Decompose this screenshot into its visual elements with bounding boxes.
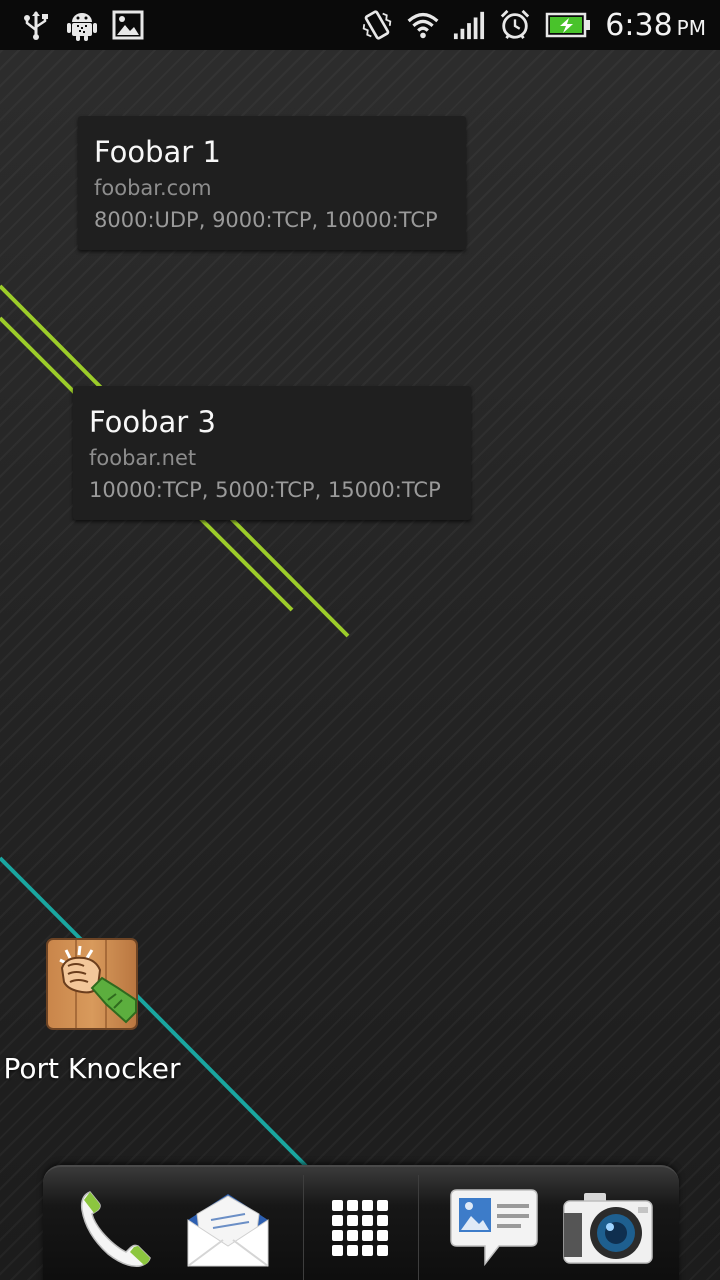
alarm-icon <box>499 9 531 41</box>
home-screen: 6:38 PM Foobar 1 foobar.com 8000:UDP, 900… <box>0 0 720 1280</box>
app-drawer-icon[interactable] <box>311 1179 411 1279</box>
status-bar-left <box>20 9 144 41</box>
widget-ports: 8000:UDP, 9000:TCP, 10000:TCP <box>94 208 438 232</box>
clock-ampm: PM <box>676 15 706 40</box>
phone-icon[interactable] <box>63 1179 163 1279</box>
messages-icon[interactable] <box>443 1179 543 1279</box>
gallery-notification-icon <box>112 9 144 41</box>
android-debug-icon <box>66 9 98 41</box>
port-knock-widget-foobar-1[interactable]: Foobar 1 foobar.com 8000:UDP, 9000:TCP, … <box>78 116 466 250</box>
dock-separator <box>303 1175 304 1280</box>
dock-separator <box>418 1175 419 1280</box>
widget-title: Foobar 1 <box>94 135 221 169</box>
usb-icon <box>20 9 52 41</box>
app-label: Port Knocker <box>3 1052 181 1085</box>
widget-host: foobar.com <box>94 176 212 200</box>
widget-host: foobar.net <box>89 446 197 470</box>
mail-icon[interactable] <box>178 1179 278 1279</box>
wifi-icon <box>407 9 439 41</box>
clock-time: 6:38 <box>605 7 673 43</box>
widget-ports: 10000:TCP, 5000:TCP, 15000:TCP <box>89 478 441 502</box>
status-bar: 6:38 PM <box>0 0 720 50</box>
app-shortcut-port-knocker[interactable]: Port Knocker <box>0 938 184 1098</box>
status-clock: 6:38 PM <box>605 8 706 43</box>
battery-charging-icon <box>545 9 591 41</box>
vibrate-icon <box>361 9 393 41</box>
port-knock-widget-foobar-3[interactable]: Foobar 3 foobar.net 10000:TCP, 5000:TCP,… <box>73 386 471 520</box>
camera-icon[interactable] <box>558 1179 658 1279</box>
knocking-fist-icon[interactable] <box>46 938 138 1030</box>
widget-title: Foobar 3 <box>89 405 216 439</box>
dock <box>43 1165 679 1280</box>
signal-icon <box>453 9 485 41</box>
status-bar-right: 6:38 PM <box>361 8 706 43</box>
